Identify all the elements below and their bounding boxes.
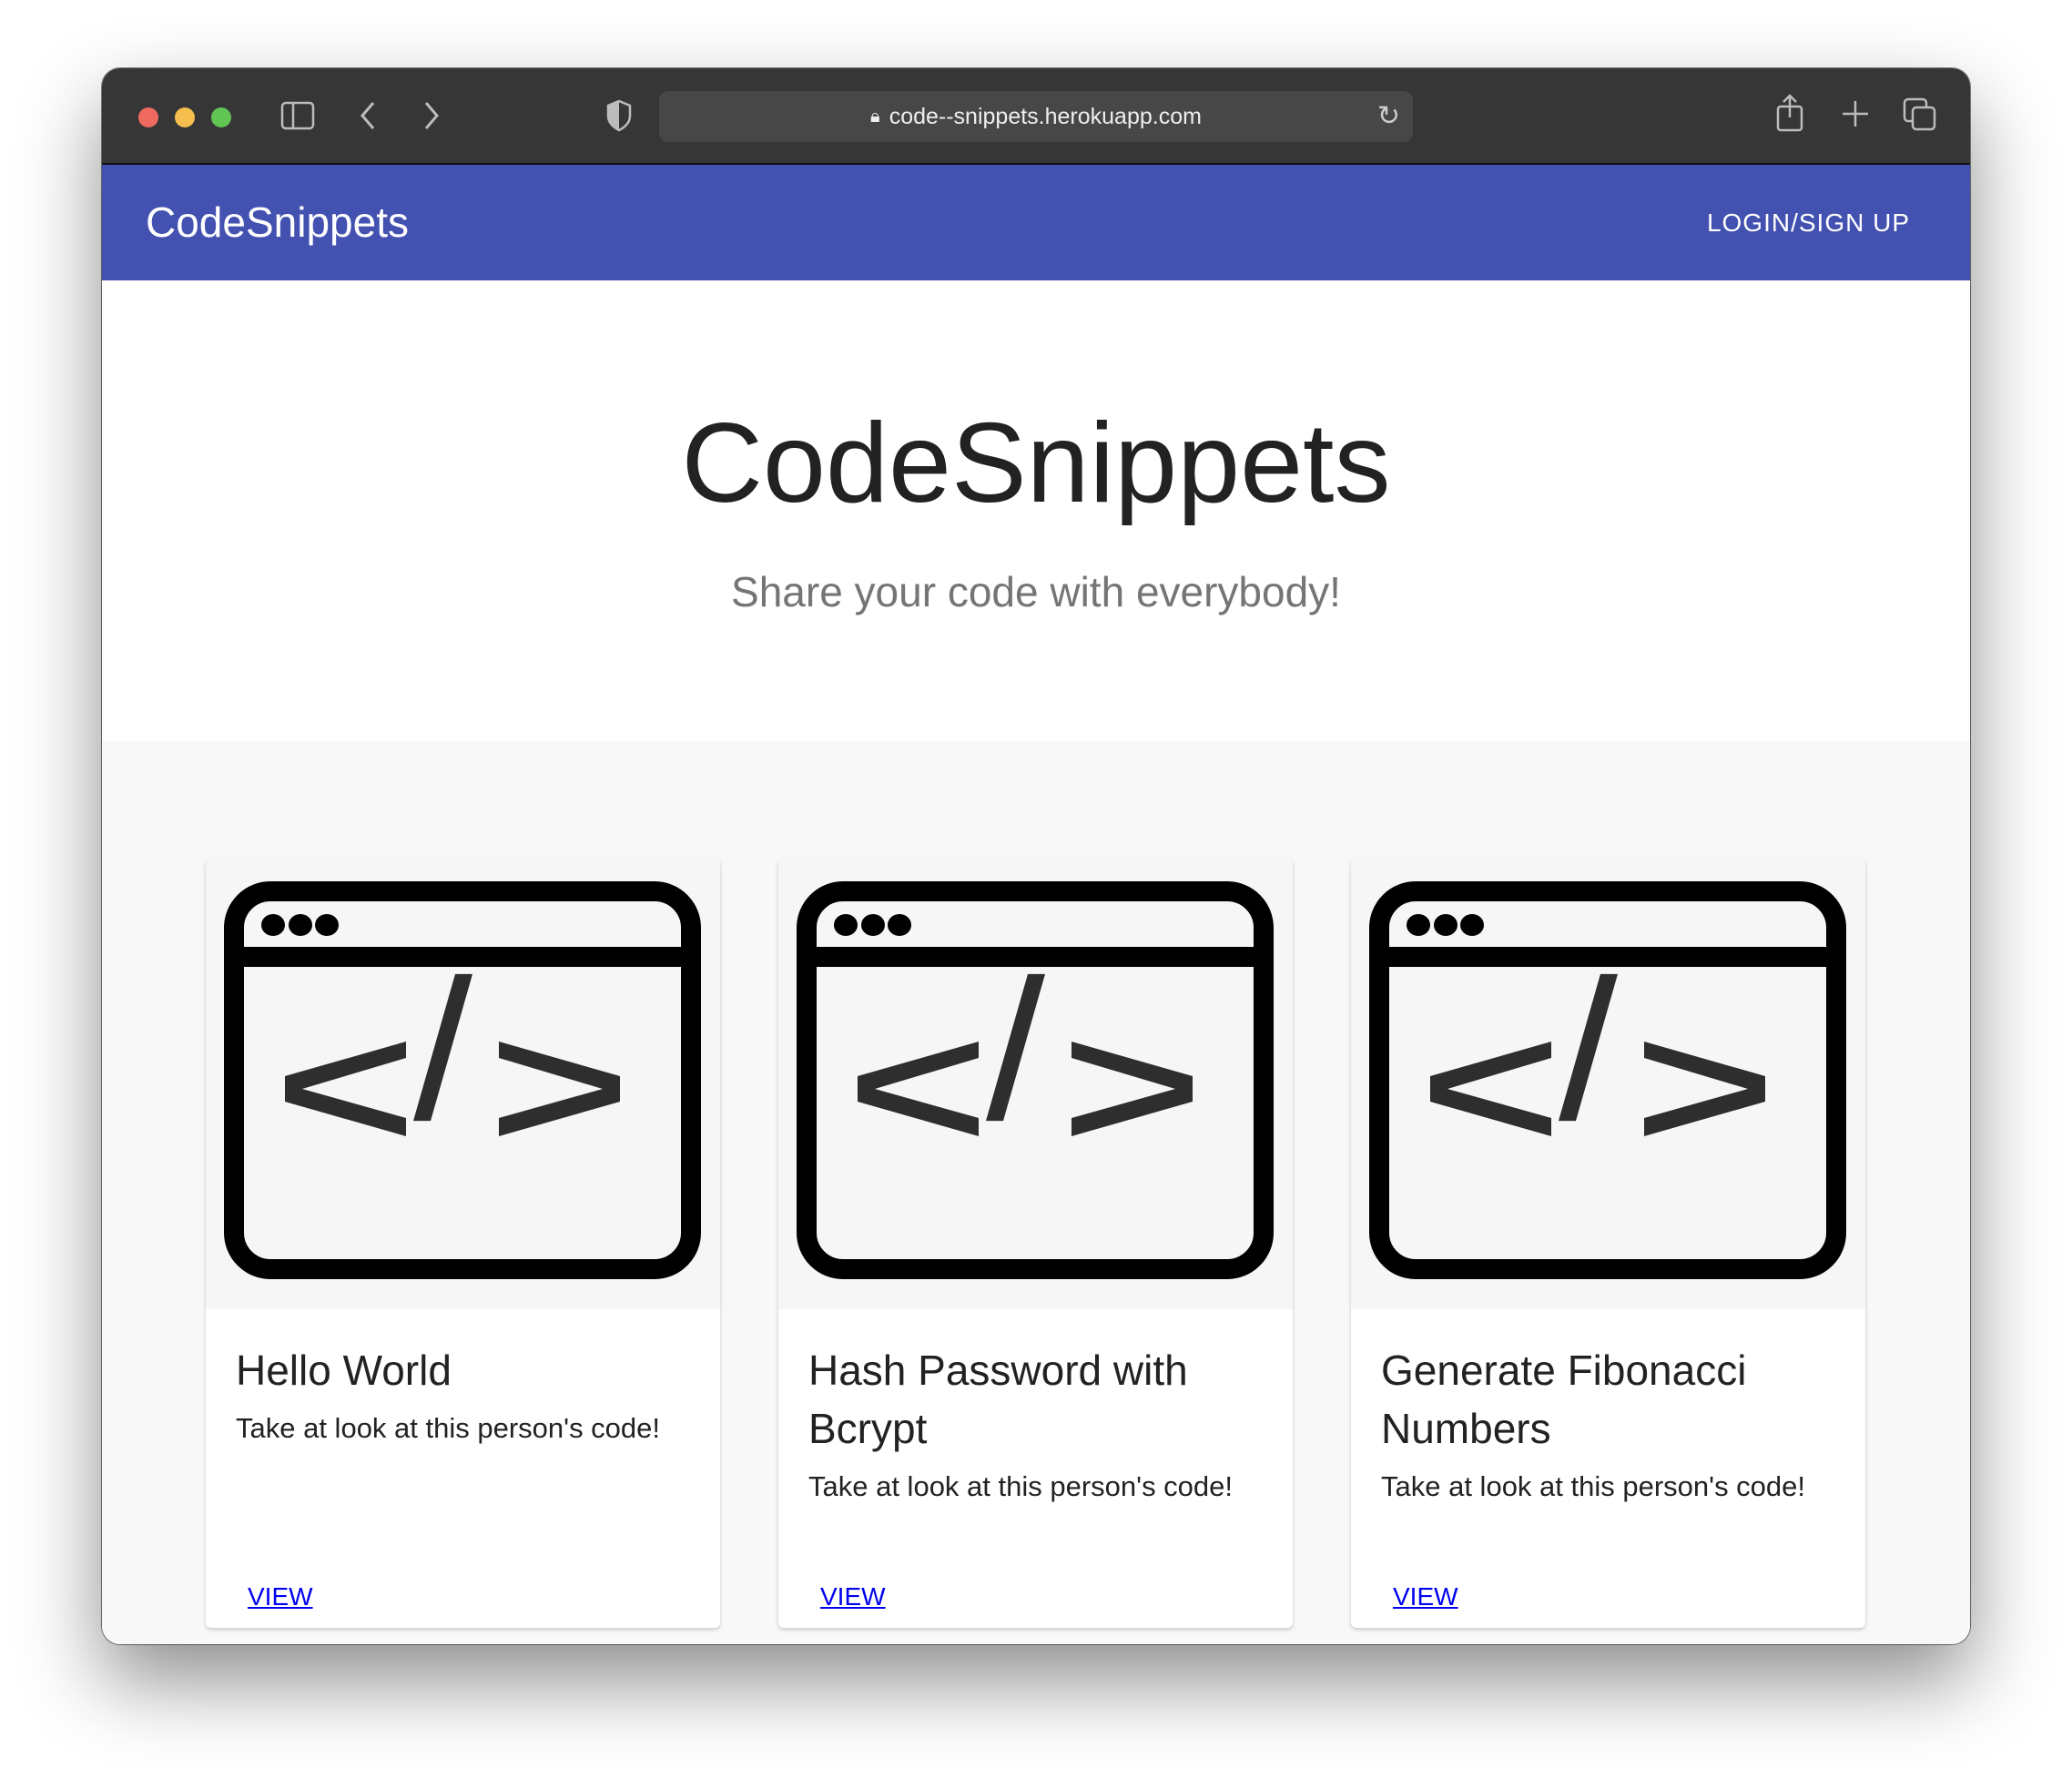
card-media <box>206 859 720 1309</box>
hero-title: CodeSnippets <box>681 401 1391 526</box>
share-icon[interactable] <box>1775 94 1804 137</box>
code-window-icon <box>224 881 701 1279</box>
view-link[interactable]: VIEW <box>820 1582 886 1611</box>
card-title: Hello World <box>236 1347 452 1394</box>
snippet-card: Generate Fibonacci Numbers Take at look … <box>1351 859 1865 1628</box>
close-window-button[interactable] <box>138 107 158 127</box>
view-link[interactable]: VIEW <box>1393 1582 1458 1611</box>
brand-logo[interactable]: CodeSnippets <box>146 198 409 247</box>
minimize-window-button[interactable] <box>175 107 195 127</box>
snippet-card: Hash Password with Bcrypt Take at look a… <box>778 859 1293 1628</box>
lock-icon: 🔒︎ <box>870 106 880 127</box>
card-description: Take at look at this person's code! <box>236 1412 661 1444</box>
back-icon[interactable] <box>359 99 377 137</box>
view-link[interactable]: VIEW <box>248 1582 313 1611</box>
hero-subtitle: Share your code with everybody! <box>731 568 1341 615</box>
code-window-icon <box>1369 881 1846 1279</box>
card-media <box>778 859 1293 1309</box>
card-description: Take at look at this person's code! <box>808 1470 1234 1502</box>
snippet-grid: Hello World Take at look at this person'… <box>102 741 1970 1644</box>
browser-toolbar: 🔒︎ code--snippets.herokuapp.com ↻ <box>102 68 1970 165</box>
forward-icon[interactable] <box>422 99 441 137</box>
card-description: Take at look at this person's code! <box>1381 1470 1806 1502</box>
browser-window: 🔒︎ code--snippets.herokuapp.com ↻ CodeSn… <box>102 68 1970 1644</box>
snippet-card: Hello World Take at look at this person'… <box>206 859 720 1628</box>
address-bar[interactable]: 🔒︎ code--snippets.herokuapp.com ↻ <box>659 91 1413 142</box>
reload-icon[interactable]: ↻ <box>1377 100 1400 132</box>
card-title: Generate Fibonacci Numbers <box>1381 1347 1747 1452</box>
shield-icon[interactable] <box>605 99 633 137</box>
maximize-window-button[interactable] <box>211 107 231 127</box>
app-navbar: CodeSnippets LOGIN/SIGN UP <box>102 165 1970 280</box>
sidebar-icon[interactable] <box>280 101 315 136</box>
code-window-icon <box>797 881 1274 1279</box>
url-text: code--snippets.herokuapp.com <box>889 103 1202 129</box>
tabs-overview-icon[interactable] <box>1903 97 1937 137</box>
hero-section: CodeSnippets Share your code with everyb… <box>102 280 1970 741</box>
new-tab-icon[interactable] <box>1841 99 1870 134</box>
card-media <box>1351 859 1865 1309</box>
card-title: Hash Password with Bcrypt <box>808 1347 1188 1452</box>
login-signup-button[interactable]: LOGIN/SIGN UP <box>1707 208 1910 238</box>
